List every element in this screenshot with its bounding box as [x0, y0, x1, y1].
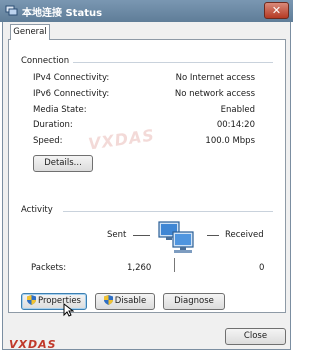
- packets-label: Packets:: [31, 263, 67, 273]
- dialog-body: General Connection IPv4 Connectivity: No…: [2, 22, 291, 351]
- details-button[interactable]: Details...: [33, 155, 93, 172]
- speed-value: 100.0 Mbps: [205, 136, 255, 146]
- properties-button-label: Properties: [38, 296, 81, 306]
- received-label: Received: [225, 230, 264, 240]
- disable-button-label: Disable: [114, 296, 147, 306]
- close-button[interactable]: Close: [225, 328, 286, 345]
- tab-general[interactable]: General: [10, 24, 50, 40]
- network-computers-icon: [158, 221, 194, 253]
- close-icon: ✕: [271, 4, 282, 17]
- mouse-cursor-icon: [63, 303, 74, 317]
- disable-button[interactable]: Disable: [95, 293, 155, 310]
- diagnose-button[interactable]: Diagnose: [163, 293, 225, 310]
- connection-divider: [73, 62, 273, 63]
- window-title: 本地连接 Status: [22, 8, 103, 19]
- received-line: [207, 235, 219, 236]
- title-bar[interactable]: 本地连接 Status ✕: [0, 0, 293, 22]
- duration-label: Duration:: [33, 120, 73, 130]
- general-tab-panel: Connection IPv4 Connectivity: No Interne…: [8, 39, 286, 317]
- packets-sent-value: 1,260: [127, 263, 152, 273]
- properties-button[interactable]: Properties: [21, 293, 87, 310]
- activity-divider: [63, 211, 273, 212]
- ipv4-label: IPv4 Connectivity:: [33, 73, 110, 83]
- uac-shield-icon: [27, 295, 37, 305]
- speed-label: Speed:: [33, 136, 63, 146]
- ipv6-label: IPv6 Connectivity:: [33, 89, 110, 99]
- connection-heading: Connection: [21, 56, 70, 66]
- sent-label: Sent: [107, 230, 127, 240]
- activity-heading: Activity: [21, 205, 53, 215]
- media-state-value: Enabled: [220, 105, 255, 115]
- media-state-label: Media State:: [33, 105, 87, 115]
- ipv4-value: No Internet access: [175, 73, 255, 83]
- watermark-logo: VXDAS: [9, 338, 57, 351]
- sent-line: [133, 235, 150, 236]
- ipv6-value: No network access: [174, 89, 255, 99]
- window-close-button[interactable]: ✕: [264, 2, 289, 19]
- uac-shield-icon: [103, 295, 113, 305]
- packets-received-value: 0: [259, 263, 265, 273]
- packets-separator: [174, 258, 175, 272]
- duration-value: 00:14:20: [216, 120, 255, 130]
- network-connection-icon: [5, 5, 18, 16]
